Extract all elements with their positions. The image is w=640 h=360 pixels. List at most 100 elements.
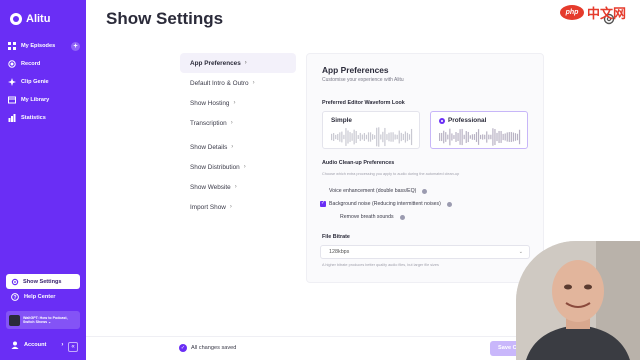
waveform-option-simple[interactable]: Simple bbox=[322, 111, 420, 149]
waveform-bar bbox=[488, 134, 490, 140]
waveform-bar bbox=[406, 132, 409, 142]
option-label: Remove breath sounds bbox=[340, 214, 394, 220]
show-switcher[interactable]: WaltGPT: How to Podcast, Switch Shows ⌄ bbox=[6, 311, 80, 329]
save-status: ✓ All changes saved bbox=[179, 344, 236, 352]
library-icon bbox=[8, 96, 16, 104]
sidebar-item-show-settings[interactable]: Show Settings bbox=[6, 274, 80, 289]
tab-show-website[interactable]: Show Website › bbox=[180, 177, 296, 197]
app-logo[interactable]: Alitu bbox=[10, 13, 50, 25]
tab-app-preferences[interactable]: App Preferences › bbox=[180, 53, 296, 73]
waveform-bar bbox=[486, 131, 488, 143]
waveform-bar bbox=[516, 133, 519, 141]
bitrate-value: 128kbps bbox=[329, 249, 350, 255]
waveform-bar bbox=[335, 134, 337, 140]
chart-icon bbox=[8, 114, 16, 122]
chevron-right-icon: › bbox=[244, 60, 247, 66]
waveform-bar bbox=[339, 132, 341, 142]
tab-import-show[interactable]: Import Show › bbox=[180, 197, 296, 217]
waveform-preview bbox=[331, 127, 413, 147]
chevron-right-icon: › bbox=[231, 144, 234, 150]
switch-shows-link[interactable]: Switch Shows ⌄ bbox=[23, 320, 68, 324]
watermark-text: 中文网 bbox=[587, 6, 627, 21]
waveform-bar bbox=[376, 127, 378, 147]
sidebar-item-clip-genie[interactable]: Clip Genie bbox=[8, 73, 80, 91]
option-background-noise[interactable]: Background noise (Reducing intermittent … bbox=[320, 200, 452, 207]
waveform-bar bbox=[463, 134, 465, 140]
sidebar-item-statistics[interactable]: Statistics bbox=[8, 109, 80, 127]
waveform-bar bbox=[382, 131, 384, 143]
page-title: Show Settings bbox=[106, 9, 224, 28]
waveform-bar bbox=[378, 127, 380, 147]
gear-icon bbox=[11, 278, 19, 286]
app-name: Alitu bbox=[26, 13, 51, 25]
waveform-bar bbox=[359, 132, 361, 142]
tab-transcription[interactable]: Transcription › bbox=[180, 113, 296, 133]
waveform-bar bbox=[357, 135, 359, 139]
chevron-right-icon: › bbox=[234, 184, 237, 190]
bitrate-hint: A higher bitrate produces better quality… bbox=[322, 263, 439, 267]
waveform-bar bbox=[447, 134, 449, 140]
waveform-bar bbox=[504, 133, 506, 141]
waveform-option-label: Simple bbox=[331, 117, 352, 124]
waveform-bar bbox=[345, 128, 347, 146]
watermark: php 中文网 bbox=[560, 3, 626, 22]
sidebar-item-my-library[interactable]: My Library bbox=[8, 91, 80, 109]
info-icon[interactable] bbox=[422, 188, 428, 194]
waveform-bar bbox=[465, 131, 467, 143]
waveform-preview bbox=[439, 128, 521, 146]
checkbox[interactable] bbox=[320, 200, 326, 207]
waveform-bar bbox=[341, 131, 343, 143]
sidebar-item-help-center[interactable]: ? Help Center bbox=[11, 293, 55, 301]
presenter-video bbox=[516, 241, 640, 360]
option-voice-enhancement[interactable]: Voice enhancement (double bass/EQ) bbox=[320, 188, 428, 194]
tab-default-intro-outro[interactable]: Default Intro & Outro › bbox=[180, 73, 296, 93]
waveform-bar bbox=[365, 134, 368, 140]
tab-show-details[interactable]: Show Details › bbox=[180, 137, 296, 157]
bitrate-select[interactable]: 128kbps ⌄ bbox=[320, 245, 530, 259]
help-icon: ? bbox=[11, 293, 19, 301]
add-episode-button[interactable]: + bbox=[71, 41, 80, 51]
waveform-bar bbox=[449, 128, 451, 146]
waveform-bar bbox=[471, 134, 473, 140]
waveform-bar bbox=[363, 133, 365, 141]
waveform-bar bbox=[349, 132, 351, 142]
waveform-bar bbox=[451, 133, 453, 141]
bitrate-section-label: File Bitrate bbox=[322, 234, 350, 240]
waveform-option-label: Professional bbox=[439, 117, 486, 124]
sidebar-item-label: Show Settings bbox=[23, 278, 62, 285]
chevron-right-icon: › bbox=[243, 164, 246, 170]
waveform-bar bbox=[490, 134, 492, 140]
option-remove-breath[interactable]: Remove breath sounds bbox=[340, 214, 405, 220]
chevron-right-icon: › bbox=[233, 100, 236, 106]
waveform-bar bbox=[459, 129, 461, 145]
waveform-bar bbox=[408, 134, 411, 140]
waveform-bar bbox=[477, 129, 480, 145]
waveform-bar bbox=[502, 133, 504, 141]
waveform-bar bbox=[374, 135, 376, 139]
tab-show-distribution[interactable]: Show Distribution › bbox=[180, 157, 296, 177]
record-icon bbox=[8, 60, 16, 68]
waveform-bar bbox=[380, 134, 382, 140]
tab-show-hosting[interactable]: Show Hosting › bbox=[180, 93, 296, 113]
info-icon[interactable] bbox=[446, 201, 452, 207]
waveform-bar bbox=[475, 132, 478, 142]
waveform-bar bbox=[480, 134, 482, 140]
sidebar-item-record[interactable]: Record bbox=[8, 55, 80, 73]
sidebar-item-label: My Episodes bbox=[21, 43, 56, 49]
waveform-bar bbox=[369, 132, 372, 142]
panel-title: App Preferences bbox=[322, 65, 389, 75]
waveform-section-label: Preferred Editor Waveform Look bbox=[322, 100, 405, 106]
waveform-bar bbox=[461, 128, 463, 146]
settings-nav: App Preferences › Default Intro & Outro › … bbox=[180, 53, 296, 217]
show-artwork bbox=[9, 314, 20, 326]
info-icon[interactable] bbox=[399, 214, 405, 220]
waveform-bar bbox=[512, 132, 514, 142]
chevron-right-icon: › bbox=[252, 80, 255, 86]
collapse-sidebar-button[interactable]: « bbox=[68, 342, 78, 352]
waveform-option-professional[interactable]: Professional bbox=[430, 111, 528, 149]
sidebar-item-my-episodes[interactable]: My Episodes + bbox=[8, 37, 80, 55]
alitu-logo-icon bbox=[10, 13, 22, 25]
waveform-bar bbox=[473, 134, 476, 140]
sidebar-item-label: Record bbox=[21, 61, 41, 67]
panel-subtitle: Customise your experience with Alitu bbox=[322, 77, 404, 83]
